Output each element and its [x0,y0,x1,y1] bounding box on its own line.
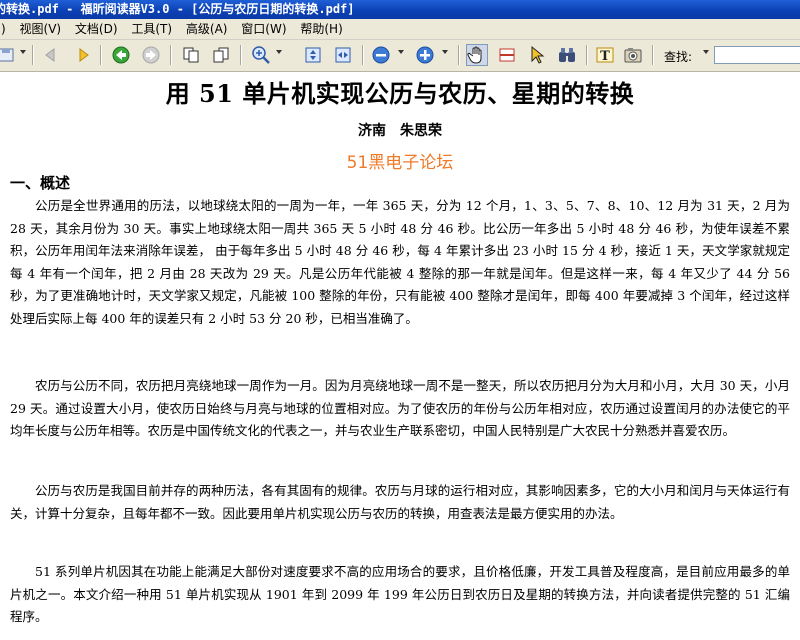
zoom-out-dropdown-icon[interactable] [398,50,404,54]
menu-view[interactable]: 视图(V) [15,19,67,39]
zoom-dropdown-icon[interactable] [276,50,282,54]
fit-page-icon[interactable] [302,44,324,66]
next-view-icon[interactable] [210,44,232,66]
save-icon[interactable] [0,44,18,66]
document-page[interactable]: 用 51 单片机实现公历与农历、星期的转换 济南 朱思荣 51黑电子论坛 一、概… [0,72,800,640]
find-options-dropdown-icon[interactable] [703,50,709,54]
snapshot-icon[interactable] [496,44,518,66]
find-label: 查找: [664,50,693,64]
menu-tools[interactable]: 工具(T) [126,19,177,39]
forward-icon[interactable] [140,44,162,66]
text-select-icon[interactable]: T [594,44,616,66]
body-paragraph-4: 51 系列单片机因其在功能上能满足大部份对速度要求不高的应用场合的要求，且价格低… [10,564,790,625]
body-paragraph-3: 公历与农历是我国目前并存的两种历法，各有其固有的规律。农历与月球的运行相对应，其… [10,483,790,521]
menu-bar: ) 视图(V) 文档(D) 工具(T) 高级(A) 窗口(W) 帮助(H) [0,19,800,40]
window-title: 的转换.pdf - 福昕阅读器V3.0 - [公历与农历日期的转换.pdf] [0,2,355,16]
window-title-bar: 的转换.pdf - 福昕阅读器V3.0 - [公历与农历日期的转换.pdf] [0,0,800,19]
toolbar: T 查找: [0,40,800,72]
body-paragraph-2: 农历与公历不同，农历把月亮绕地球一周作为一月。因为月亮绕地球一周不是一整天，所以… [10,378,790,439]
document-title: 用 51 单片机实现公历与农历、星期的转换 [165,79,635,108]
menu-file-partial[interactable]: ) [0,19,11,39]
menu-window[interactable]: 窗口(W) [236,19,291,39]
binoculars-icon[interactable] [556,44,578,66]
save-dropdown-icon[interactable] [20,50,26,54]
body-paragraph-1: 公历是全世界通用的历法，以地球绕太阳的一周为一年，一年 365 天，分为 12 … [10,198,790,326]
menu-advanced[interactable]: 高级(A) [181,19,233,39]
hand-tool-icon[interactable] [466,44,488,66]
back-icon[interactable] [110,44,132,66]
zoom-plus-dropdown-icon[interactable] [442,50,448,54]
zoom-out-icon[interactable] [370,44,392,66]
document-author: 济南 朱思荣 [358,123,442,139]
menu-help[interactable]: 帮助(H) [295,19,347,39]
forum-watermark: 51黑电子论坛 [346,153,454,173]
menu-document[interactable]: 文档(D) [70,19,123,39]
zoom-plus-icon[interactable] [414,44,436,66]
camera-icon[interactable] [622,44,644,66]
fit-width-icon[interactable] [332,44,354,66]
zoom-in-icon[interactable] [250,44,272,66]
select-arrow-icon[interactable] [526,44,548,66]
last-page-icon[interactable] [72,44,94,66]
svg-text:T: T [600,49,610,64]
section-heading: 一、概述 [10,174,71,192]
find-input[interactable] [714,46,800,64]
prev-view-icon[interactable] [180,44,202,66]
first-page-icon[interactable] [40,44,62,66]
